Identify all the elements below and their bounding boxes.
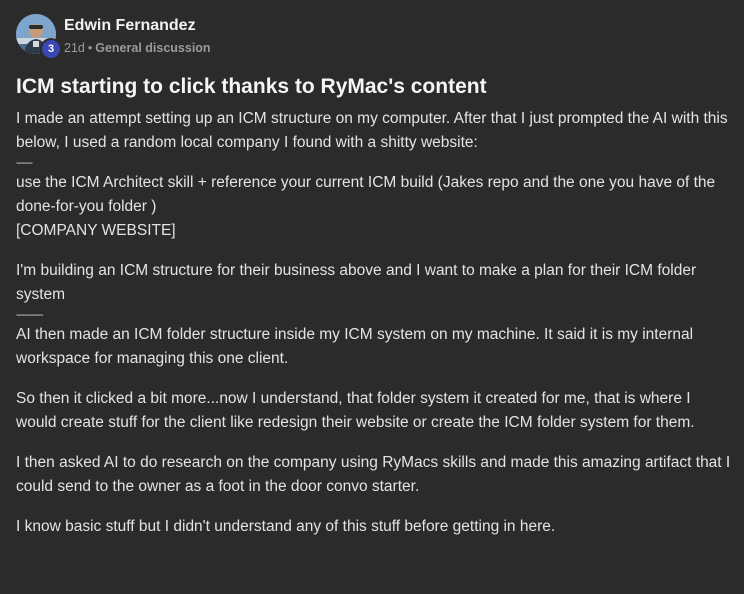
- post-meta: Edwin Fernandez 21d • General discussion: [64, 14, 211, 56]
- paragraph-2-line-1: I'm building an ICM structure for their …: [16, 262, 697, 303]
- avatar-container[interactable]: 3: [16, 14, 62, 60]
- paragraph-3: So then it clicked a bit more...now I un…: [16, 390, 695, 431]
- meta-separator: •: [87, 41, 93, 55]
- paragraph-2: I'm building an ICM structure for their …: [16, 259, 732, 371]
- level-badge: 3: [40, 38, 62, 60]
- paragraph-1-line-2: use the ICM Architect skill + reference …: [16, 174, 716, 215]
- paragraph-1: I made an attempt setting up an ICM stru…: [16, 107, 732, 243]
- post-header: 3 Edwin Fernandez 21d • General discussion: [16, 14, 732, 60]
- paragraph-5: I know basic stuff but I didn't understa…: [16, 518, 556, 535]
- paragraph-1-line-3: [COMPANY WEBSITE]: [16, 222, 176, 239]
- text-divider-1: ------: [16, 157, 33, 169]
- post: 3 Edwin Fernandez 21d • General discussion…: [16, 14, 732, 539]
- author-name[interactable]: Edwin Fernandez: [64, 16, 211, 36]
- paragraph-1-line-1: I made an attempt setting up an ICM stru…: [16, 110, 728, 151]
- post-category[interactable]: General discussion: [95, 41, 210, 55]
- post-title: ICM starting to click thanks to RyMac's …: [16, 75, 487, 98]
- post-body: I made an attempt setting up an ICM stru…: [16, 107, 732, 539]
- paragraph-4: I then asked AI to do research on the co…: [16, 454, 731, 495]
- paragraph-2-line-2: AI then made an ICM folder structure ins…: [16, 326, 694, 367]
- post-age[interactable]: 21d: [64, 41, 85, 55]
- post-subline: 21d • General discussion: [64, 40, 211, 56]
- text-divider-2: ----------: [16, 309, 44, 321]
